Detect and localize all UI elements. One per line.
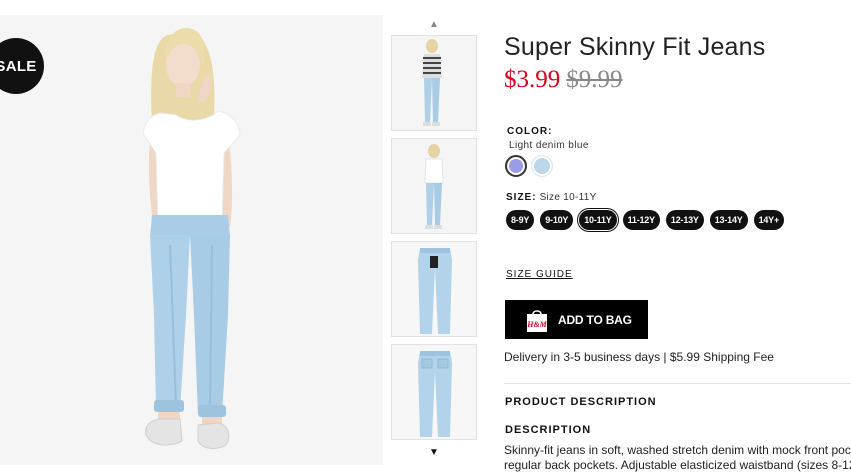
size-label: SIZE: xyxy=(506,192,537,203)
size-option-9-10y[interactable]: 9-10Y xyxy=(540,210,574,230)
description-line-2: regular back pockets. Adjustable elastic… xyxy=(504,458,851,472)
size-option-8-9y[interactable]: 8-9Y xyxy=(506,210,535,230)
thumbnail-photo-striped-top xyxy=(392,36,476,130)
description-heading: DESCRIPTION xyxy=(505,424,592,436)
hm-bag-icon: H&M xyxy=(526,309,548,332)
color-value: Light denim blue xyxy=(509,140,589,151)
thumbnail-gallery: ▲ ▼ xyxy=(391,18,477,473)
description-line-1: Skinny-fit jeans in soft, washed stretch… xyxy=(504,443,851,457)
product-description-heading[interactable]: PRODUCT DESCRIPTION xyxy=(505,396,657,408)
swatch-light-denim-blue[interactable] xyxy=(505,155,527,177)
thumbnail-4[interactable] xyxy=(391,344,477,440)
swatch-pale-blue[interactable] xyxy=(531,155,553,177)
product-title: Super Skinny Fit Jeans xyxy=(504,33,766,61)
delivery-info: Delivery in 3-5 business days | $5.99 Sh… xyxy=(504,350,774,364)
hm-logo-text: H&M xyxy=(526,320,547,329)
chevron-down-icon[interactable]: ▼ xyxy=(428,446,440,458)
thumbnail-3[interactable] xyxy=(391,241,477,337)
color-label: COLOR: xyxy=(507,126,553,137)
description-text: Skinny-fit jeans in soft, washed stretch… xyxy=(504,443,851,473)
product-details: Super Skinny Fit Jeans $3.99 $9.99 COLOR:… xyxy=(504,0,851,473)
size-option-10-11y[interactable]: 10-11Y xyxy=(579,210,617,230)
thumbnail-2[interactable] xyxy=(391,138,477,234)
size-guide-link[interactable]: SIZE GUIDE xyxy=(506,269,573,280)
selected-size: Size 10-11Y xyxy=(539,192,597,203)
original-price: $9.99 xyxy=(566,66,623,93)
price-row: $3.99 $9.99 xyxy=(504,66,623,94)
thumbnail-jeans-back xyxy=(392,345,476,439)
thumbnail-1[interactable] xyxy=(391,35,477,131)
add-to-bag-button[interactable]: H&M ADD TO BAG xyxy=(505,300,648,339)
color-swatches xyxy=(505,155,553,177)
sale-price: $3.99 xyxy=(504,66,561,93)
main-product-image[interactable]: SALE xyxy=(0,15,383,465)
add-to-bag-label: ADD TO BAG xyxy=(558,312,632,327)
size-options: 8-9Y 9-10Y 10-11Y 11-12Y 12-13Y 13-14Y 1… xyxy=(506,210,785,230)
thumbnail-photo-front xyxy=(392,139,476,233)
size-option-11-12y[interactable]: 11-12Y xyxy=(622,210,660,230)
size-option-13-14y[interactable]: 13-14Y xyxy=(709,210,748,230)
thumbnail-jeans-front xyxy=(392,242,476,336)
size-row: SIZE: Size 10-11Y xyxy=(506,192,597,203)
size-option-12-13y[interactable]: 12-13Y xyxy=(665,210,704,230)
size-option-14y-plus[interactable]: 14Y+ xyxy=(753,210,785,230)
divider xyxy=(504,383,851,384)
model-photo xyxy=(0,15,383,465)
chevron-up-icon[interactable]: ▲ xyxy=(428,18,440,30)
